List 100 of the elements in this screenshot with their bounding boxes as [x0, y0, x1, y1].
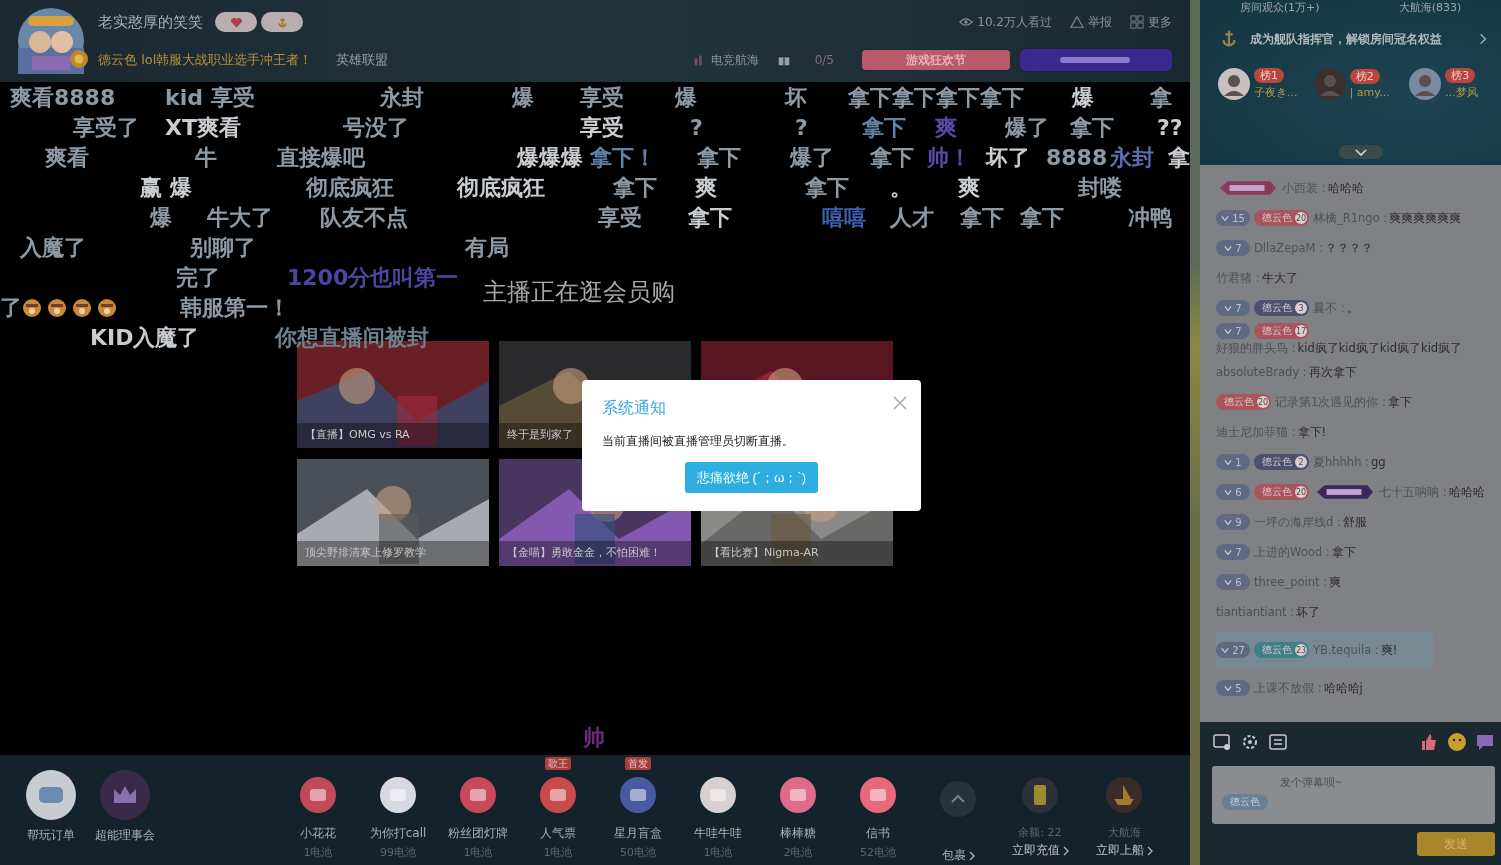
gift-item[interactable]: 首发 星月盲盒 50电池 [598, 757, 678, 860]
club-level: 20 [1295, 486, 1307, 498]
fan-level-badge: 5 [1216, 680, 1250, 696]
gear-icon[interactable] [1240, 732, 1260, 752]
chevron-up-icon [940, 781, 976, 817]
chevron-right-icon [1146, 845, 1153, 856]
grid-icon [1130, 15, 1144, 29]
danmaku-comment: ? [795, 114, 808, 142]
anchor-icon [275, 15, 289, 29]
danmaku-comment: 拿下 [960, 204, 1004, 232]
message-settings-icon[interactable] [1212, 732, 1232, 752]
panel-tab[interactable]: 大航海(833) [1398, 2, 1462, 14]
danmaku-comment: ? [690, 114, 703, 142]
user-name: ...梦风 [1445, 85, 1478, 100]
dialog-title: 系统通知 [602, 398, 666, 419]
gift-tag: 歌王 [545, 757, 571, 770]
danmaku-comment: 人才 [890, 204, 934, 232]
status-notice: 主播正在逛会员购 [483, 277, 675, 308]
danmaku-comment: 拿下 [805, 174, 849, 202]
danmaku-comment: 永封 [1110, 144, 1154, 172]
user-name: | amy... [1349, 86, 1390, 99]
danmaku-comment: 冲鸭 [1128, 204, 1172, 232]
panel-tab[interactable]: 房间观众(1万+) [1239, 2, 1320, 14]
board-fleet-button[interactable]: 大航海 立即上船 [1082, 757, 1166, 859]
danmaku-comment: 拿下 [862, 114, 906, 142]
fleet-link[interactable]: 电竞航海 [692, 51, 759, 69]
danmaku-comment: 坏了 [986, 144, 1030, 172]
club-badge: 德云色 23 [1254, 642, 1309, 658]
danmaku-comment: kid 享受 [165, 84, 255, 112]
danmaku-comment: 坏 [785, 84, 807, 112]
category-link[interactable]: 英雄联盟 [336, 51, 389, 69]
shortcut-item[interactable]: 帮玩订单 [18, 769, 84, 844]
view-count: 10.2万人看过 [977, 13, 1052, 31]
chevron-right-icon[interactable] [1479, 33, 1487, 45]
thumbnail-caption: 【直播】OMG vs RA [305, 427, 410, 442]
club-badge: 德云色 17 [1254, 323, 1309, 339]
danmaku-comment: 拿下 [613, 174, 657, 202]
club-badge: 德云色 2 [1254, 454, 1309, 470]
danmaku-comment: 拿下！ [590, 144, 656, 172]
recharge-button[interactable]: 余额: 22 立即充值 [998, 757, 1082, 859]
danmaku-comment: 享受 [598, 204, 642, 232]
danmaku-comment: 永封 [380, 84, 424, 112]
danmaku-comment: 享受 [580, 84, 624, 112]
crown-icon [99, 769, 151, 821]
danmaku-comment: XT爽看 [165, 114, 241, 142]
event-banner[interactable] [1020, 49, 1172, 71]
gift-item[interactable]: 牛哇牛哇 1电池 [678, 757, 758, 860]
gift-item[interactable]: 歌王 人气票 1电池 [518, 757, 598, 860]
chevron-right-icon [968, 850, 975, 861]
promo-text[interactable]: 成为舰队指挥官，解锁房间冠名权益 [1250, 30, 1479, 48]
danmaku-comment: 爆爆爆 [517, 144, 583, 172]
danmaku-comment: 了 [0, 294, 22, 322]
follow-button[interactable] [215, 12, 257, 32]
chevron-down-icon [1355, 148, 1367, 156]
heart-icon [229, 15, 243, 29]
thumbnail-caption: 【金喵】勇敢金金，不怕困难！ [507, 545, 661, 560]
user-avatar-icon[interactable] [1218, 68, 1250, 100]
coin-icon [70, 50, 88, 68]
fleet-button[interactable] [261, 12, 303, 32]
gift-item[interactable]: 小花花 1电池 [278, 757, 358, 860]
danmaku-comment: 爽看 [45, 144, 89, 172]
danmaku-comment: 彻底疯狂 [457, 174, 545, 202]
gift-item[interactable]: 粉丝团灯牌 1电池 [438, 757, 518, 860]
rank-badge: 榜3 [1445, 68, 1476, 83]
fan-level-badge: 27 [1216, 642, 1250, 658]
danmaku-comment: 彻底疯狂 [306, 174, 394, 202]
thumbs-up-icon[interactable] [1419, 732, 1439, 752]
danmaku-comment: 爽 [958, 174, 980, 202]
report-link[interactable]: 举报 [1070, 13, 1112, 31]
danmaku-comment: 拿下 [697, 144, 741, 172]
gift-item[interactable]: 棒棒糖 2电池 [758, 757, 838, 860]
danmaku-comment: 直接爆吧 [277, 144, 365, 172]
fan-level-badge: 15 [1216, 210, 1250, 226]
club-level: 3 [1295, 302, 1307, 314]
gift-item[interactable]: 信书 52电池 [838, 757, 918, 860]
list-icon[interactable] [1268, 732, 1288, 752]
danmaku-comment: 队友不点 [320, 204, 408, 232]
danmaku-comment: 号没了 [343, 114, 409, 142]
chat-bubble-icon[interactable] [1475, 732, 1495, 752]
fan-level-badge: 7 [1216, 544, 1250, 560]
thumbnail-caption: 终于是到家了 [507, 427, 573, 442]
danmaku-comment: 爆 [512, 84, 534, 112]
user-name: 子夜き... [1254, 85, 1298, 100]
fan-level-badge: 7 [1216, 323, 1250, 339]
shortcut-item[interactable]: 超能理事会 [92, 769, 158, 844]
club-level: 20 [1257, 396, 1269, 408]
danmaku-comment: 享受 [580, 114, 624, 142]
warning-icon [1070, 15, 1084, 29]
gift-item[interactable]: 为你打call 99电池 [358, 757, 438, 860]
thumbnail-caption: 顶尖野排清寒上修罗教学 [305, 545, 426, 560]
fan-level-badge: 7 [1216, 240, 1250, 256]
more-link[interactable]: 更多 [1130, 13, 1172, 31]
emoji-icon [72, 298, 92, 318]
stream-title: 德云色 lol韩服大战职业选手冲王者！ [98, 51, 313, 69]
user-avatar-icon[interactable] [1409, 68, 1442, 100]
rank-badge: 榜2 [1349, 69, 1380, 84]
smiley-icon[interactable] [1447, 732, 1467, 752]
expand-button[interactable] [1339, 145, 1383, 159]
package-button[interactable]: 包裹 [918, 757, 998, 864]
emoji-icon [97, 298, 117, 318]
